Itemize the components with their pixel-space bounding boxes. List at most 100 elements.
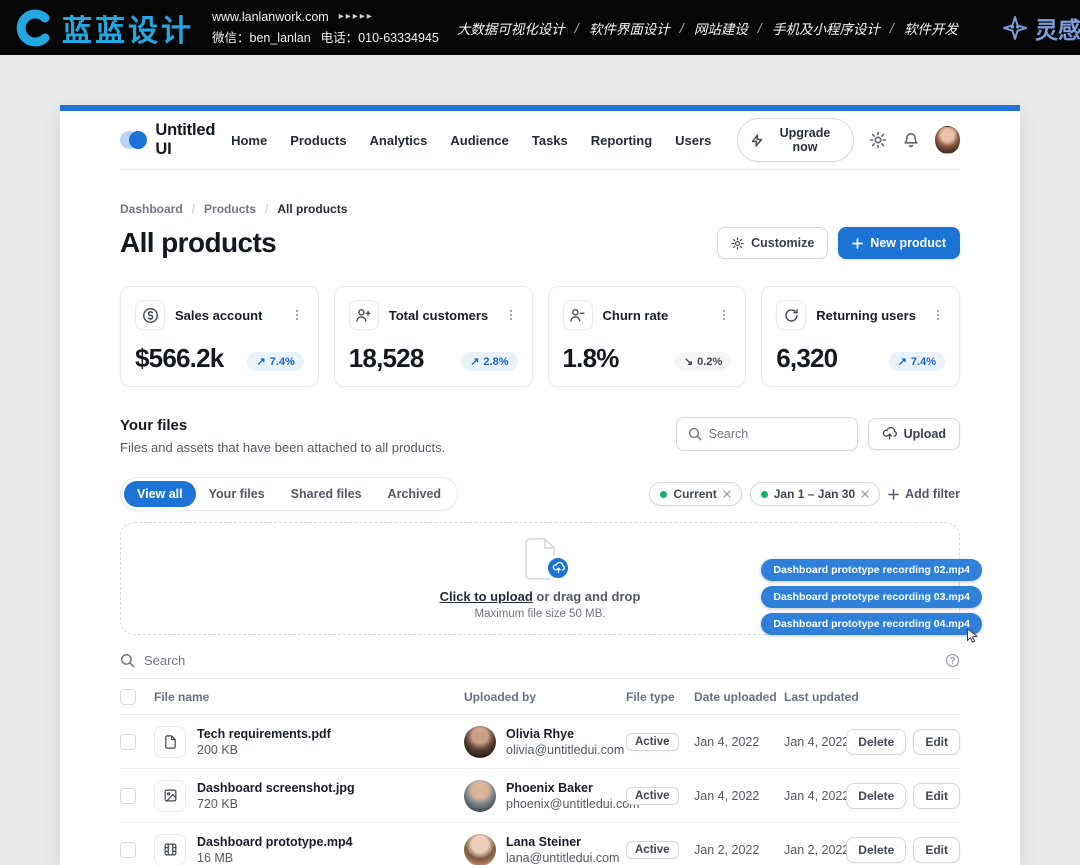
arrows-decoration: ▸▸▸▸▸	[339, 11, 374, 22]
lanlan-logo-text: 蓝蓝设计	[62, 6, 194, 50]
edit-button[interactable]: Edit	[913, 837, 960, 863]
kebab-menu-icon[interactable]	[931, 308, 945, 322]
file-tabs: View all Your files Shared files Archive…	[120, 477, 458, 511]
upload-button[interactable]: Upload	[868, 418, 960, 450]
tab-archived[interactable]: Archived	[375, 481, 455, 507]
filter-chip-daterange[interactable]: Jan 1 – Jan 30	[750, 482, 880, 506]
app-brand[interactable]: Untitled UI	[120, 121, 231, 159]
banner-website[interactable]: www.lanlanwork.com	[212, 10, 329, 24]
stat-card-total-customers: Total customers 18,528 ↗ 2.8%	[334, 286, 533, 387]
stat-card-sales-account: Sales account $566.2k ↗ 7.4%	[120, 286, 319, 387]
file-video-icon	[154, 834, 186, 865]
settings-gear-icon[interactable]	[869, 131, 887, 149]
breadcrumb-current: All products	[277, 202, 347, 216]
status-badge: Active	[626, 787, 679, 805]
row-checkbox[interactable]	[120, 734, 136, 750]
collect-label: 灵感收集	[1035, 11, 1080, 45]
nav-item-reporting[interactable]: Reporting	[591, 133, 652, 148]
service-item[interactable]: 大数据可视化设计	[457, 18, 565, 38]
search-input[interactable]	[709, 427, 846, 441]
edit-button[interactable]: Edit	[913, 783, 960, 809]
nav-item-audience[interactable]: Audience	[450, 133, 509, 148]
status-dot	[761, 491, 768, 498]
stat-value: 6,320	[776, 345, 837, 371]
file-pdf-icon	[154, 726, 186, 758]
col-date-uploaded: Date uploaded	[694, 690, 784, 704]
delete-button[interactable]: Delete	[846, 837, 906, 863]
tab-your-files[interactable]: Your files	[196, 481, 278, 507]
nav-item-analytics[interactable]: Analytics	[370, 133, 428, 148]
table-header: File name Uploaded by File type Date upl…	[120, 679, 960, 715]
service-separator: /	[758, 21, 762, 35]
header-actions: Upgrade now	[737, 118, 960, 162]
delete-button[interactable]: Delete	[846, 729, 906, 755]
close-icon[interactable]	[723, 490, 731, 498]
upload-dropzone[interactable]: Click to upload or drag and drop Maximum…	[120, 522, 960, 635]
nav-item-home[interactable]: Home	[231, 133, 267, 148]
click-to-upload-link[interactable]: Click to upload	[440, 589, 533, 604]
users-minus-icon	[563, 300, 593, 330]
help-circle-icon[interactable]	[945, 653, 960, 668]
row-checkbox[interactable]	[120, 788, 136, 804]
row-checkbox[interactable]	[120, 842, 136, 858]
untitled-ui-logo-icon	[120, 130, 146, 150]
col-last-updated: Last updated	[784, 690, 864, 704]
breadcrumb-products[interactable]: Products	[204, 202, 256, 216]
sparkle-star-icon	[1002, 15, 1028, 41]
trend-down-icon: ↘	[684, 355, 693, 368]
service-item[interactable]: 网站建设	[694, 18, 748, 38]
dragged-file-pill[interactable]: Dashboard prototype recording 02.mp4	[761, 559, 982, 581]
col-uploaded-by: Uploaded by	[464, 690, 626, 704]
uploader-name: Olivia Rhye	[506, 727, 624, 741]
nav-item-tasks[interactable]: Tasks	[532, 133, 568, 148]
col-file-name: File name	[154, 690, 464, 704]
breadcrumb-separator: /	[192, 202, 195, 216]
stat-value: 18,528	[349, 345, 424, 371]
section-title: Your files	[120, 417, 445, 434]
delete-button[interactable]: Delete	[846, 783, 906, 809]
gear-icon	[731, 237, 744, 250]
table-row: Dashboard prototype.mp4 16 MB Lana Stein…	[120, 823, 960, 865]
app-window: Untitled UI Home Products Analytics Audi…	[60, 105, 1020, 865]
service-item[interactable]: 软件开发	[904, 18, 958, 38]
kebab-menu-icon[interactable]	[717, 308, 731, 322]
user-avatar[interactable]	[935, 126, 960, 154]
zap-icon	[751, 134, 763, 147]
page-title: All products	[120, 227, 276, 259]
kebab-menu-icon[interactable]	[290, 308, 304, 322]
section-subtitle: Files and assets that have been attached…	[120, 440, 445, 455]
edit-button[interactable]: Edit	[913, 729, 960, 755]
inspiration-collect-link[interactable]: 灵感收集	[1002, 11, 1080, 45]
dropzone-text: or drag and drop	[536, 589, 640, 604]
table-search-row[interactable]: Search	[120, 642, 960, 679]
close-icon[interactable]	[861, 490, 869, 498]
notifications-bell-icon[interactable]	[902, 131, 920, 149]
dragged-file-pill[interactable]: Dashboard prototype recording 03.mp4	[761, 586, 982, 608]
kebab-menu-icon[interactable]	[504, 308, 518, 322]
service-item[interactable]: 手机及小程序设计	[772, 18, 880, 38]
breadcrumb-dashboard[interactable]: Dashboard	[120, 202, 183, 216]
new-product-button[interactable]: New product	[838, 227, 960, 259]
banner-contact: www.lanlanwork.com ▸▸▸▸▸ 微信：ben_lanlan 电…	[212, 10, 439, 46]
upgrade-button[interactable]: Upgrade now	[737, 118, 853, 162]
service-item[interactable]: 软件界面设计	[589, 18, 670, 38]
select-all-checkbox[interactable]	[120, 689, 136, 705]
nav-item-products[interactable]: Products	[290, 133, 346, 148]
add-filter-button[interactable]: Add filter	[888, 487, 960, 501]
plus-icon	[852, 238, 863, 249]
avatar	[464, 834, 496, 865]
tab-view-all[interactable]: View all	[124, 481, 196, 507]
lanlan-logo: 蓝蓝设计	[14, 6, 194, 50]
customize-button[interactable]: Customize	[717, 227, 828, 259]
trend-badge: ↗ 7.4%	[247, 352, 303, 371]
promo-banner: 蓝蓝设计 www.lanlanwork.com ▸▸▸▸▸ 微信：ben_lan…	[0, 0, 1080, 55]
table-row: Tech requirements.pdf 200 KB Olivia Rhye…	[120, 715, 960, 769]
dragged-file-pill[interactable]: Dashboard prototype recording 04.mp4	[761, 613, 982, 635]
tab-shared-files[interactable]: Shared files	[278, 481, 375, 507]
nav-item-users[interactable]: Users	[675, 133, 711, 148]
trend-badge: ↘ 0.2%	[675, 352, 731, 371]
filter-chip-current[interactable]: Current	[649, 482, 741, 506]
stat-value: $566.2k	[135, 345, 223, 371]
search-icon	[120, 653, 135, 668]
service-separator: /	[890, 21, 894, 35]
